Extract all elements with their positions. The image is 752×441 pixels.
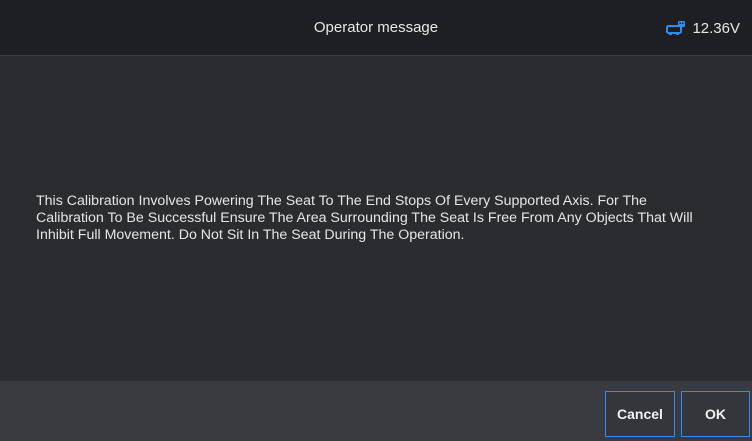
title-bar: Operator message 12.36V <box>0 0 752 56</box>
voltage-value: 12.36V <box>692 19 740 37</box>
cancel-button[interactable]: Cancel <box>605 391 675 437</box>
page-title: Operator message <box>313 19 439 36</box>
button-bar: Cancel OK <box>0 381 752 441</box>
ok-button[interactable]: OK <box>681 391 750 437</box>
operator-message-screen: Operator message 12.36V This Calibration… <box>0 0 752 441</box>
battery-voltage-indicator: 12.36V <box>666 0 740 56</box>
message-area: This Calibration Involves Powering The S… <box>0 56 752 381</box>
operator-message-text: This Calibration Involves Powering The S… <box>36 193 693 243</box>
vehicle-connector-icon <box>666 20 686 36</box>
